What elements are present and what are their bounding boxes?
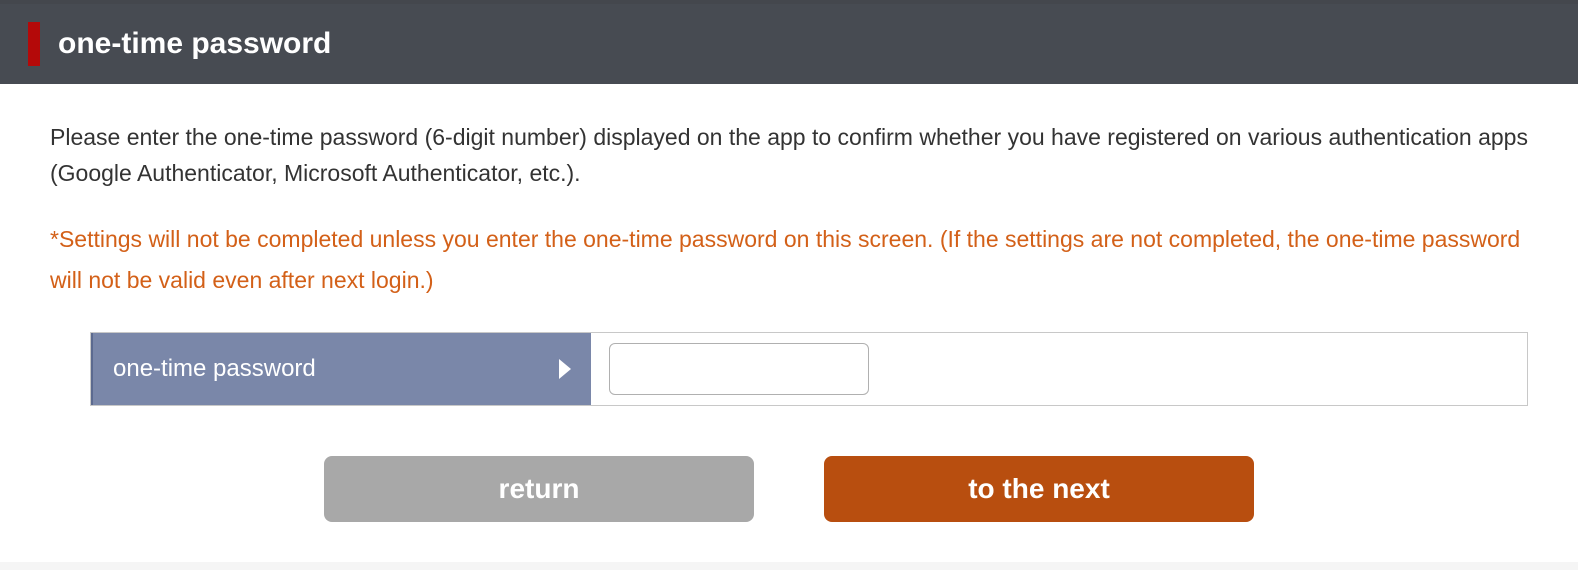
otp-label-cell: one-time password [91,333,591,405]
content-area: Please enter the one-time password (6-di… [0,84,1578,562]
otp-form-row: one-time password [90,332,1528,406]
chevron-right-icon [559,359,571,379]
button-row: return to the next [50,456,1528,522]
page-header: one-time password [0,0,1578,84]
warning-text: *Settings will not be completed unless y… [50,219,1528,300]
otp-input[interactable] [609,343,869,395]
header-accent-bar [28,22,40,66]
return-button[interactable]: return [324,456,754,522]
page-title: one-time password [58,27,331,61]
next-button[interactable]: to the next [824,456,1254,522]
otp-label: one-time password [113,355,316,383]
instruction-text: Please enter the one-time password (6-di… [50,120,1528,191]
page-container: one-time password Please enter the one-t… [0,0,1578,562]
otp-input-cell [591,333,1527,405]
